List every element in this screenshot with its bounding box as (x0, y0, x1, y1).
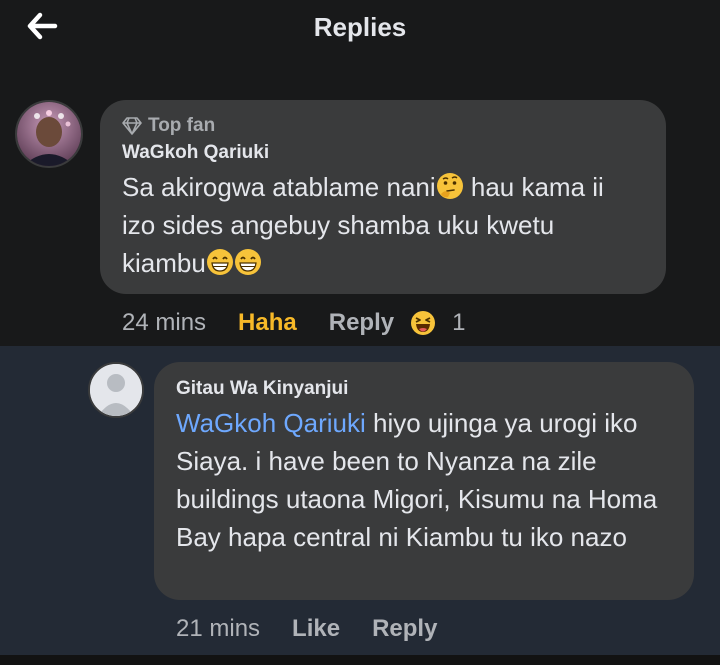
laughing-face-icon (411, 311, 436, 335)
grinning-face-emoji (234, 249, 261, 275)
grinning-face-emoji (206, 249, 233, 275)
reaction-count: 1 (452, 309, 466, 336)
header-bar: Replies (0, 0, 720, 56)
bottom-divider (0, 655, 720, 665)
comment-text: Sa akirogwa atablame nani hau kama ii iz… (122, 168, 644, 282)
reply-timestamp[interactable]: 21 mins (176, 615, 260, 643)
avatar[interactable] (15, 100, 83, 168)
comment-bubble[interactable]: Top fan WaGkoh Qariuki Sa akirogwa atabl… (100, 100, 666, 294)
reply-actions: 21 mins Like Reply (176, 612, 437, 646)
reply-text: WaGkoh Qariuki hiyo ujinga ya urogi iko … (176, 404, 672, 556)
mention-link[interactable]: WaGkoh Qariuki (176, 408, 366, 438)
haha-reaction-button[interactable]: Haha (238, 309, 297, 337)
reply-thread: Gitau Wa Kinyanjui WaGkoh Qariuki hiyo u… (0, 346, 720, 665)
comment-timestamp[interactable]: 24 mins (122, 309, 206, 337)
top-fan-badge: Top fan (122, 114, 644, 138)
comment-author[interactable]: WaGkoh Qariuki (122, 142, 644, 164)
top-fan-label: Top fan (148, 115, 216, 136)
comment: Top fan WaGkoh Qariuki Sa akirogwa atabl… (0, 88, 720, 346)
like-button[interactable]: Like (292, 615, 340, 643)
reply-button[interactable]: Reply (329, 309, 394, 337)
diamond-icon (122, 117, 142, 135)
reply-author[interactable]: Gitau Wa Kinyanjui (176, 378, 672, 400)
reaction-summary[interactable]: 1 (410, 309, 465, 337)
default-avatar-icon (90, 364, 142, 416)
profile-photo (17, 102, 81, 166)
comment-text-part1: Sa akirogwa atablame nani (122, 172, 436, 202)
avatar[interactable] (88, 362, 144, 418)
reply-button[interactable]: Reply (372, 615, 437, 643)
thinking-face-emoji (436, 173, 463, 199)
reply-bubble[interactable]: Gitau Wa Kinyanjui WaGkoh Qariuki hiyo u… (154, 362, 694, 600)
page-title: Replies (313, 12, 407, 42)
comment-actions: 24 mins Haha Reply 1 (122, 306, 465, 340)
